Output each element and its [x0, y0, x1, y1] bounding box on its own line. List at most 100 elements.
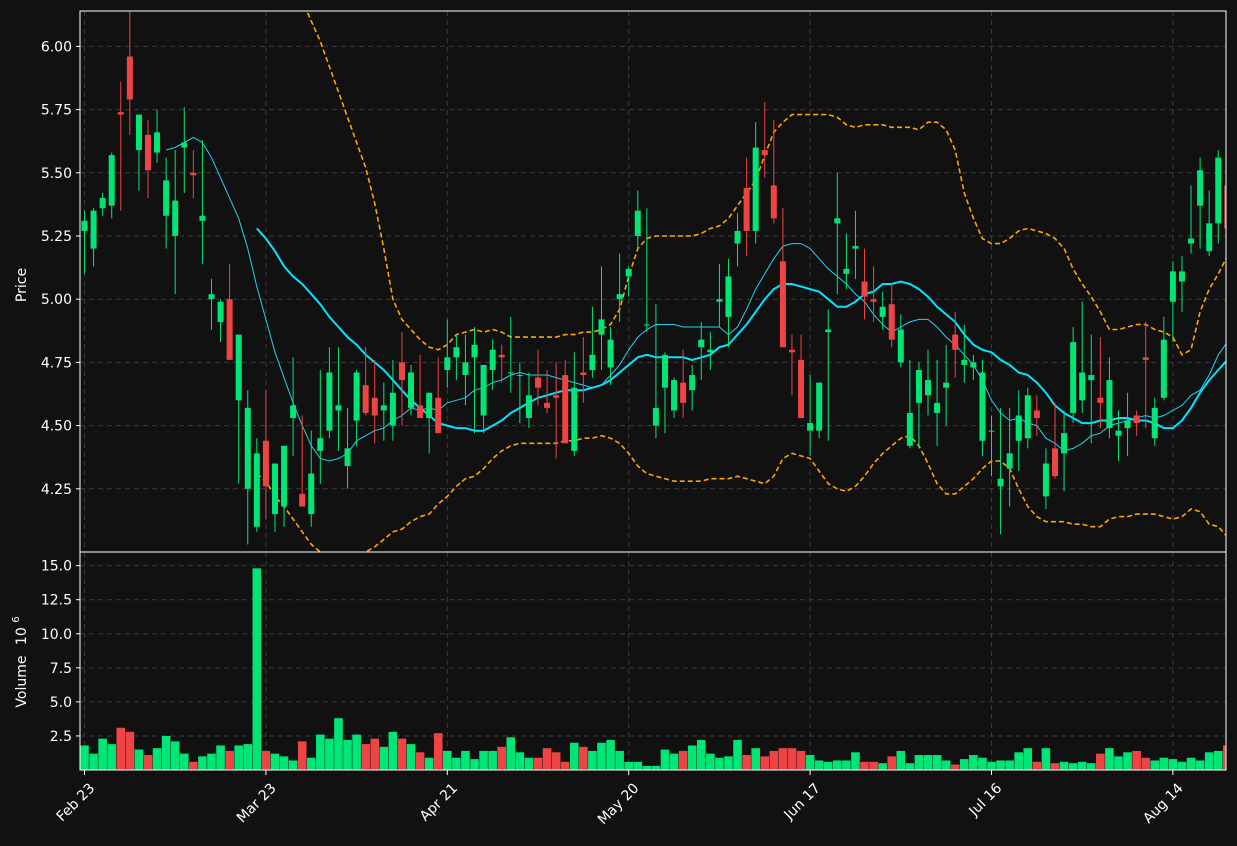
lower-band-line — [257, 436, 1237, 560]
volume-bar — [969, 755, 978, 770]
volume-bar — [987, 762, 996, 770]
volume-unit-exponent: 6 — [11, 616, 22, 622]
volume-bar — [733, 740, 742, 770]
volume-bar — [1232, 756, 1237, 770]
volume-bar — [434, 733, 443, 770]
price-tick-label: 5.25 — [41, 229, 72, 245]
candle-body — [345, 448, 351, 466]
volume-bar — [1187, 758, 1196, 770]
volume-bar — [1033, 762, 1042, 770]
volume-bar — [597, 743, 606, 770]
volume-bar — [915, 755, 924, 770]
price-tick-label: 4.50 — [41, 419, 72, 435]
candle-body — [898, 330, 904, 363]
candle-body — [1070, 342, 1076, 413]
chart-canvas: 4.254.504.755.005.255.505.756.002.55.07.… — [0, 0, 1237, 842]
price-tick-label: 6.00 — [41, 39, 72, 55]
volume-bar — [225, 751, 234, 770]
volume-bar — [1096, 754, 1105, 770]
candle-body — [1152, 408, 1158, 438]
volume-bar — [443, 751, 452, 770]
candle-body — [626, 269, 632, 277]
candle-body — [399, 362, 405, 380]
candle-body — [435, 398, 441, 433]
volume-bar — [144, 755, 153, 770]
candle-body — [199, 216, 205, 221]
candle-body — [1034, 410, 1040, 418]
x-tick-label: Apr 21 — [417, 780, 461, 824]
price-axis-title: Price — [14, 268, 30, 302]
volume-bar — [688, 745, 697, 770]
volume-bar — [370, 739, 379, 770]
volume-bar — [543, 748, 552, 770]
volume-bar — [1196, 760, 1205, 770]
volume-bar — [643, 766, 652, 770]
volume-bar — [570, 743, 579, 770]
volume-bar — [352, 735, 361, 770]
volume-bar — [80, 745, 89, 770]
candle-body — [1016, 415, 1022, 440]
tick-labels: 4.254.504.755.005.255.505.756.002.55.07.… — [41, 39, 1187, 828]
volume-bar — [479, 751, 488, 770]
candle-body — [952, 335, 958, 350]
candle-body — [925, 380, 931, 395]
candle-body — [227, 299, 233, 360]
candle-body — [998, 479, 1004, 487]
candle-body — [1179, 271, 1185, 281]
volume-bar — [416, 752, 425, 770]
candle-body — [1025, 395, 1031, 438]
candle-body — [970, 362, 976, 367]
volume-bar — [98, 739, 107, 770]
price-tick-label: 5.00 — [41, 292, 72, 308]
price-tick-label: 5.50 — [41, 166, 72, 182]
candle-body — [1143, 357, 1149, 360]
volume-bar — [806, 755, 815, 770]
candle-body — [689, 375, 695, 390]
candle-body — [789, 350, 795, 353]
candle-body — [1079, 373, 1085, 401]
volume-bar — [833, 760, 842, 770]
volume-bar — [334, 718, 343, 770]
candle-body — [109, 155, 115, 206]
volume-bar — [552, 752, 561, 770]
candle-body — [417, 405, 423, 418]
sma20-line — [257, 228, 1237, 430]
candle-body — [317, 438, 323, 451]
candle-body — [1161, 340, 1167, 398]
axes — [76, 11, 1226, 775]
volume-bar — [470, 759, 479, 770]
candle-body — [154, 132, 160, 152]
candle-body — [1188, 239, 1194, 244]
candle-body — [1215, 158, 1221, 224]
candle-body — [1197, 170, 1203, 205]
volume-bar — [1023, 748, 1032, 770]
volume-bar — [171, 741, 180, 770]
volume-bar — [760, 756, 769, 770]
candle-body — [843, 269, 849, 274]
volume-bar — [588, 751, 597, 770]
volume-bar — [1051, 763, 1060, 770]
volume-bar — [996, 760, 1005, 770]
candle-body — [862, 282, 868, 297]
volume-bar — [1114, 756, 1123, 770]
candle-body — [508, 373, 514, 374]
volume-bar — [887, 756, 896, 770]
volume-bar — [271, 754, 280, 770]
candle-body — [1206, 223, 1212, 251]
volume-bar — [1060, 762, 1069, 770]
candle-body — [381, 405, 387, 410]
volume-bar — [661, 750, 670, 770]
volume-bar — [860, 762, 869, 770]
volume-unit-label: 10 — [14, 627, 30, 645]
candle-body — [1115, 431, 1121, 436]
candle-body — [744, 188, 750, 231]
candle-body — [671, 380, 677, 410]
candle-body — [880, 307, 886, 317]
volume-bar — [262, 751, 271, 770]
candle-body — [816, 383, 822, 431]
volume-bar — [652, 766, 661, 770]
volume-bar — [1214, 751, 1223, 770]
candle-body — [408, 373, 414, 408]
candle-body — [571, 388, 577, 451]
volume-bar — [153, 748, 162, 770]
